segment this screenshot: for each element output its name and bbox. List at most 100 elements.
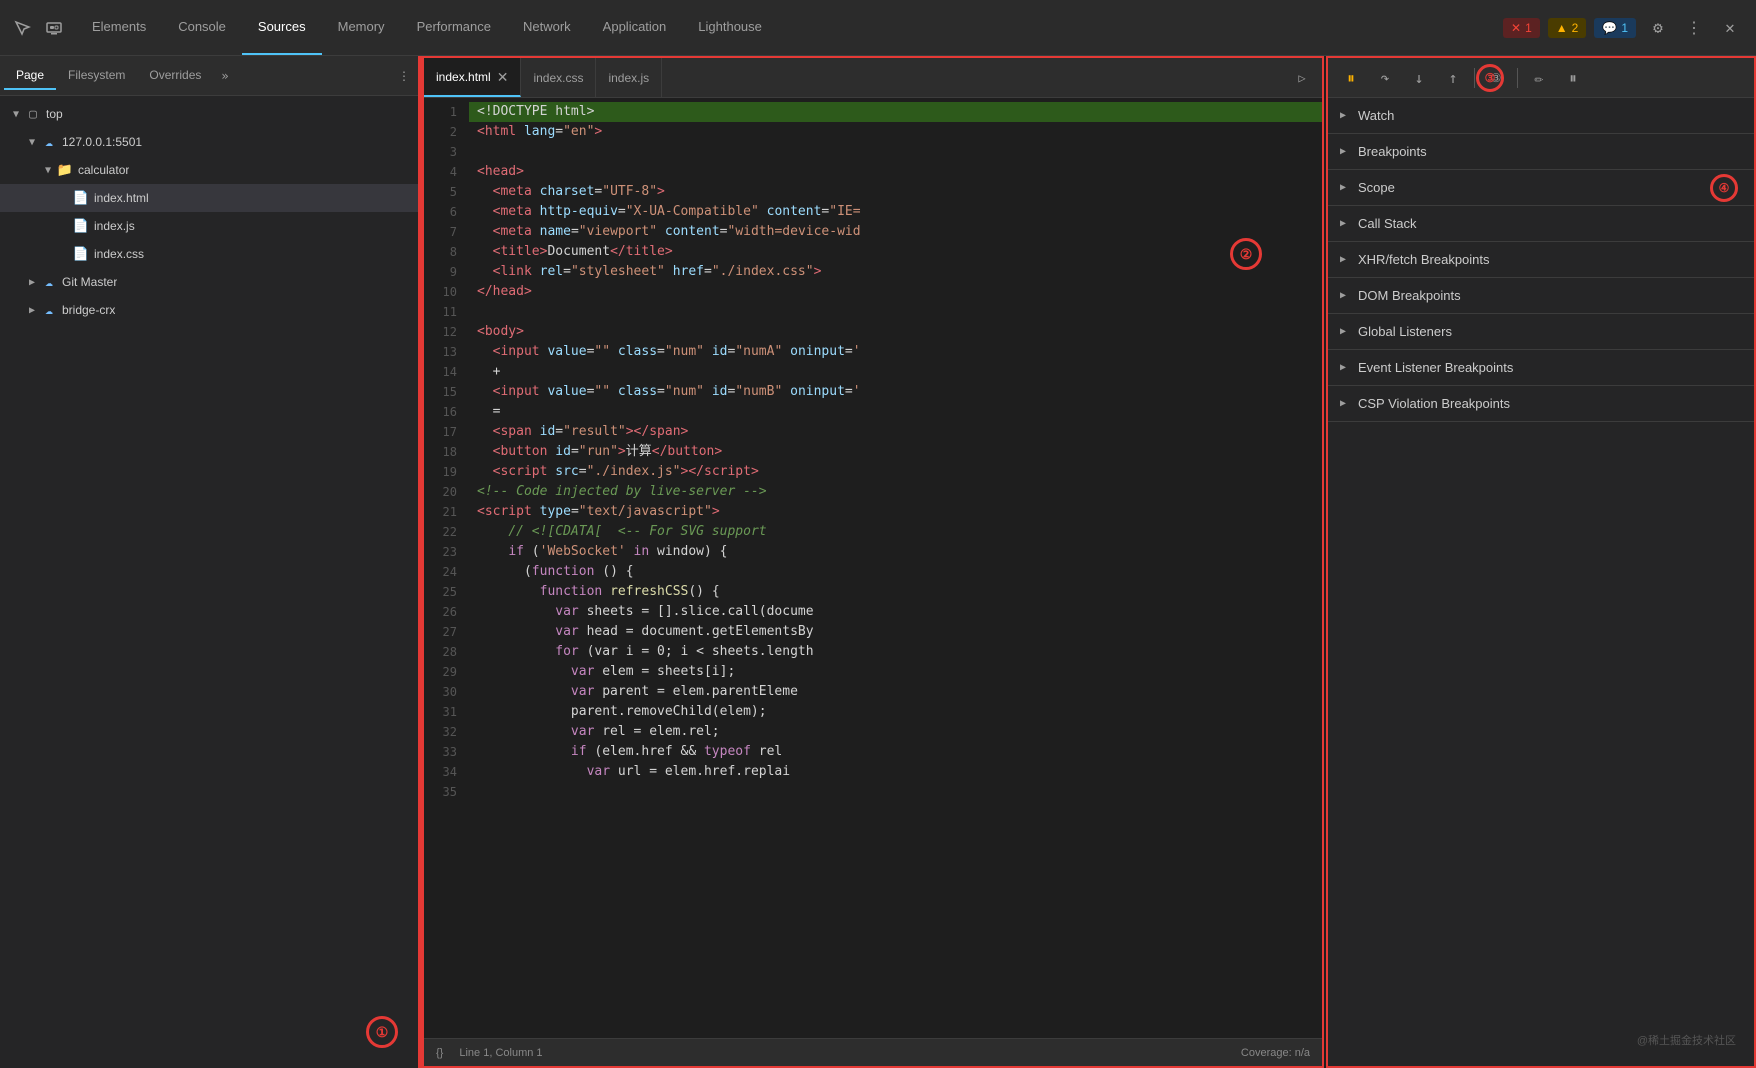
more-tabs-icon[interactable]: »: [213, 63, 236, 89]
scope-label: Scope: [1358, 180, 1395, 195]
code-area[interactable]: 1 <!DOCTYPE html> 2 <html lang="en"> 3 4…: [424, 98, 1322, 1038]
tree-label-git-master: Git Master: [62, 275, 117, 289]
tab-application[interactable]: Application: [587, 0, 683, 55]
editor-tabs: index.html ✕ index.css index.js ▷: [424, 58, 1322, 98]
info-badge[interactable]: 💬 1: [1594, 18, 1636, 38]
code-line-16: 16 =: [424, 402, 1322, 422]
tree-label-index-js: index.js: [94, 219, 135, 233]
html-file-icon: 📄: [72, 189, 90, 207]
editor-tab-js[interactable]: index.js: [596, 58, 662, 97]
tab-lighthouse[interactable]: Lighthouse: [682, 0, 778, 55]
editor-tab-css[interactable]: index.css: [521, 58, 596, 97]
pause-on-exception-btn[interactable]: ⏸: [1558, 63, 1588, 93]
code-line-33: 33 if (elem.href && typeof rel: [424, 742, 1322, 762]
call-stack-arrow: ▶: [1340, 218, 1352, 229]
tab-console[interactable]: Console: [162, 0, 242, 55]
deactivate-breakpoints-btn[interactable]: ✏: [1524, 63, 1554, 93]
format-icon[interactable]: {}: [436, 1047, 443, 1059]
code-line-32: 32 var rel = elem.rel;: [424, 722, 1322, 742]
section-xhr-breakpoints[interactable]: ▶ XHR/fetch Breakpoints: [1328, 242, 1754, 278]
code-line-9: 9 <link rel="stylesheet" href="./index.c…: [424, 262, 1322, 282]
section-csp-breakpoints[interactable]: ▶ CSP Violation Breakpoints: [1328, 386, 1754, 422]
tree-item-bridge-crx[interactable]: ▶ ☁ bridge-crx: [0, 296, 418, 324]
breakpoints-arrow: ▶: [1340, 146, 1352, 157]
step-over-btn[interactable]: ↷: [1370, 63, 1400, 93]
code-line-24: 24 (function () {: [424, 562, 1322, 582]
tab-page[interactable]: Page: [4, 62, 56, 90]
code-line-35: 35: [424, 782, 1322, 802]
panel-options-icon[interactable]: ⋮: [394, 65, 414, 87]
code-line-6: 6 <meta http-equiv="X-UA-Compatible" con…: [424, 202, 1322, 222]
section-global-listeners[interactable]: ▶ Global Listeners: [1328, 314, 1754, 350]
code-line-31: 31 parent.removeChild(elem);: [424, 702, 1322, 722]
code-line-26: 26 var sheets = [].slice.call(docume: [424, 602, 1322, 622]
run-snippets-icon[interactable]: ▷: [1290, 66, 1314, 90]
tab-sources[interactable]: Sources: [242, 0, 322, 55]
global-label: Global Listeners: [1358, 324, 1452, 339]
tab-network[interactable]: Network: [507, 0, 587, 55]
editor-status-bar: {} Line 1, Column 1 Coverage: n/a: [424, 1038, 1322, 1066]
code-line-19: 19 <script src="./index.js"></script>: [424, 462, 1322, 482]
expand-arrow: ▼: [8, 106, 24, 122]
folder-icon: ▢: [24, 105, 42, 123]
code-line-13: 13 <input value="" class="num" id="numA"…: [424, 342, 1322, 362]
cloud-icon: ☁: [40, 301, 58, 319]
code-line-30: 30 var parent = elem.parentEleme: [424, 682, 1322, 702]
tree-item-git-master[interactable]: ▶ ☁ Git Master: [0, 268, 418, 296]
tree-label-bridge-crx: bridge-crx: [62, 303, 115, 317]
select-element-icon[interactable]: [8, 14, 36, 42]
tree-item-calculator[interactable]: ▼ 📁 calculator: [0, 156, 418, 184]
code-line-21: 21 <script type="text/javascript">: [424, 502, 1322, 522]
status-position: Line 1, Column 1: [459, 1047, 542, 1059]
section-dom-breakpoints[interactable]: ▶ DOM Breakpoints: [1328, 278, 1754, 314]
left-panel: Page Filesystem Overrides » ⋮ ▼ ▢ top ▼ …: [0, 56, 420, 1068]
pause-btn[interactable]: ⏸: [1336, 63, 1366, 93]
settings-icon[interactable]: ⚙: [1644, 14, 1672, 42]
code-line-25: 25 function refreshCSS() {: [424, 582, 1322, 602]
tab-elements[interactable]: Elements: [76, 0, 162, 55]
code-line-2: 2 <html lang="en">: [424, 122, 1322, 142]
code-line-3: 3: [424, 142, 1322, 162]
status-coverage: Coverage: n/a: [1241, 1047, 1310, 1059]
step-out-btn[interactable]: ↑: [1438, 63, 1468, 93]
debug-toolbar: ⏸ ↷ ↓ ↑ ③ ✏ ⏸: [1328, 58, 1754, 98]
tree-item-index-html[interactable]: ▶ 📄 index.html: [0, 184, 418, 212]
folder-icon: 📁: [56, 161, 74, 179]
csp-arrow: ▶: [1340, 398, 1352, 409]
code-line-1: 1 <!DOCTYPE html>: [424, 102, 1322, 122]
editor-tab-html[interactable]: index.html ✕: [424, 58, 521, 97]
error-badge[interactable]: ✕ 1: [1503, 18, 1540, 38]
step-into-btn[interactable]: ↓: [1404, 63, 1434, 93]
device-toolbar-icon[interactable]: [40, 14, 68, 42]
expand-arrow: ▶: [24, 274, 40, 290]
expand-arrow: ▼: [40, 162, 56, 178]
warning-badge[interactable]: ▲ 2: [1548, 18, 1587, 38]
more-options-icon[interactable]: ⋮: [1680, 14, 1708, 42]
cloud-icon: ☁: [40, 133, 58, 151]
section-event-breakpoints[interactable]: ▶ Event Listener Breakpoints: [1328, 350, 1754, 386]
section-call-stack[interactable]: ▶ Call Stack: [1328, 206, 1754, 242]
code-line-5: 5 <meta charset="UTF-8">: [424, 182, 1322, 202]
tab-close-html[interactable]: ✕: [497, 70, 509, 84]
right-panel: ⏸ ↷ ↓ ↑ ③ ✏ ⏸ ▶ Watch ▶ Breakpoints ▶: [1326, 56, 1756, 1068]
tree-item-index-css[interactable]: ▶ 📄 index.css: [0, 240, 418, 268]
tree-item-server[interactable]: ▼ ☁ 127.0.0.1:5501: [0, 128, 418, 156]
section-breakpoints[interactable]: ▶ Breakpoints: [1328, 134, 1754, 170]
tab-performance[interactable]: Performance: [401, 0, 507, 55]
expand-arrow: ▼: [24, 134, 40, 150]
annotation-2: ②: [1230, 238, 1262, 270]
tab-overrides[interactable]: Overrides: [137, 62, 213, 90]
devtools-icons: [0, 14, 76, 42]
section-watch[interactable]: ▶ Watch: [1328, 98, 1754, 134]
tab-memory[interactable]: Memory: [322, 0, 401, 55]
js-file-icon: 📄: [72, 217, 90, 235]
tree-item-index-js[interactable]: ▶ 📄 index.js: [0, 212, 418, 240]
tree-item-top[interactable]: ▼ ▢ top: [0, 100, 418, 128]
warning-icon: ▲: [1556, 21, 1568, 35]
step-btn[interactable]: ③: [1481, 63, 1511, 93]
close-icon[interactable]: ✕: [1716, 14, 1744, 42]
tab-filesystem[interactable]: Filesystem: [56, 62, 137, 90]
section-scope[interactable]: ▶ Scope ④: [1328, 170, 1754, 206]
code-line-29: 29 var elem = sheets[i];: [424, 662, 1322, 682]
breakpoints-label: Breakpoints: [1358, 144, 1427, 159]
